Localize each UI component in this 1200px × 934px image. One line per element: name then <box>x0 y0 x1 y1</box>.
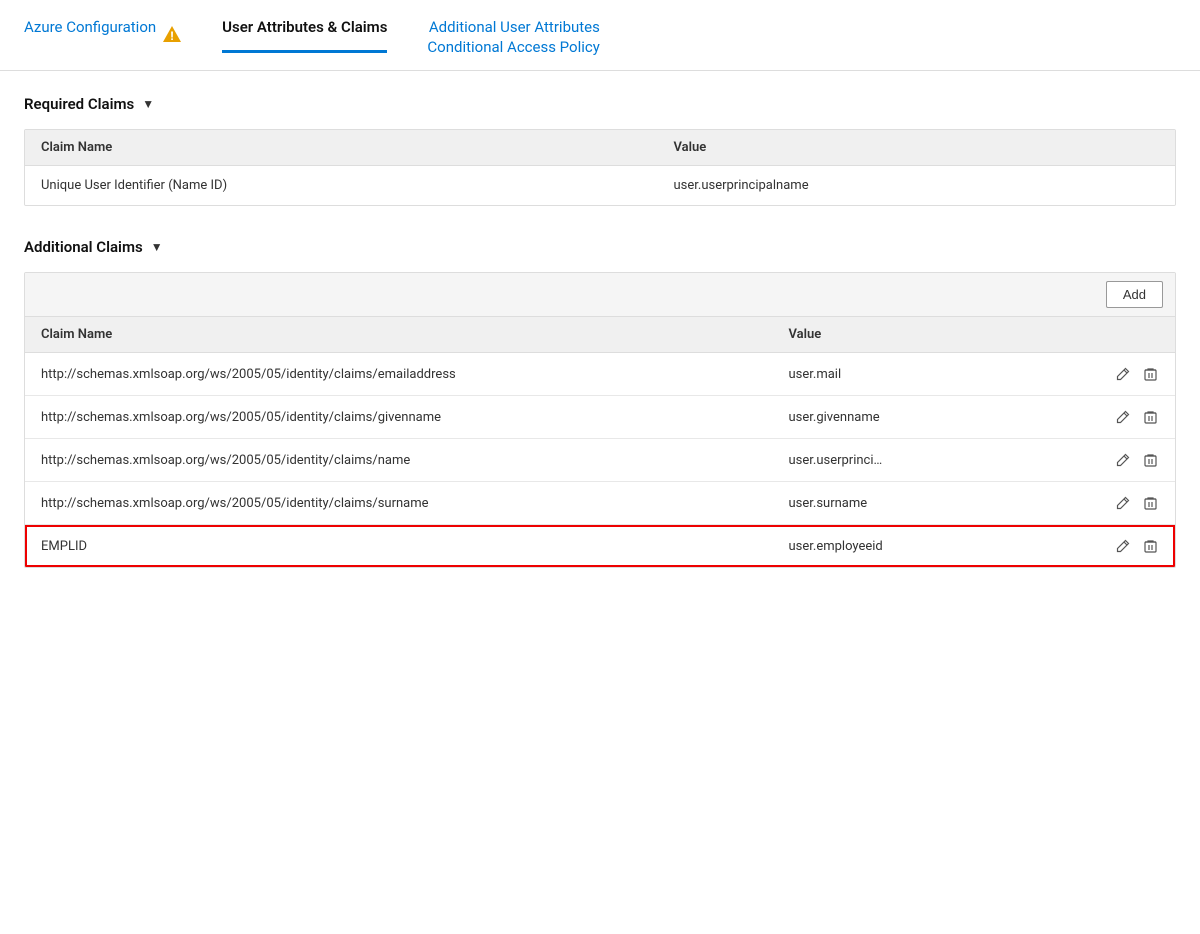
additional-claims-row: http://schemas.xmlsoap.org/ws/2005/05/id… <box>25 439 1175 482</box>
additional-claims-row: http://schemas.xmlsoap.org/ws/2005/05/id… <box>25 482 1175 525</box>
additional-claims-row: EMPLID user.employeeid <box>25 525 1175 568</box>
delete-claim-button[interactable] <box>1142 408 1159 426</box>
edit-claim-button[interactable] <box>1114 494 1132 512</box>
required-claims-row: Unique User Identifier (Name ID) user.us… <box>25 166 1175 206</box>
additional-claim-value-cell: user.employeeid <box>773 525 1176 568</box>
additional-claim-name-cell: http://schemas.xmlsoap.org/ws/2005/05/id… <box>25 439 773 482</box>
required-claims-table: Claim Name Value Unique User Identifier … <box>25 130 1175 205</box>
edit-claim-button[interactable] <box>1114 408 1132 426</box>
additional-claim-value-cell: user.givenname <box>773 396 1176 439</box>
additional-claim-name-cell: EMPLID <box>25 525 773 568</box>
azure-config-nav[interactable]: Azure Configuration ! <box>24 18 182 50</box>
warning-icon: ! <box>162 24 182 44</box>
additional-claims-table: Claim Name Value http://schemas.xmlsoap.… <box>25 317 1175 567</box>
additional-col-claim-name: Claim Name <box>25 317 773 353</box>
additional-claims-label: Additional Claims <box>24 238 143 256</box>
required-claim-value-cell: user.userprincipalname <box>658 166 1176 206</box>
required-claims-label: Required Claims <box>24 95 134 113</box>
required-claims-header-row: Claim Name Value <box>25 130 1175 166</box>
conditional-access-policy-link[interactable]: Conditional Access Policy <box>427 38 599 56</box>
additional-claims-row: http://schemas.xmlsoap.org/ws/2005/05/id… <box>25 396 1175 439</box>
edit-claim-button[interactable] <box>1114 537 1132 555</box>
user-attributes-tab[interactable]: User Attributes & Claims <box>222 18 387 53</box>
required-claim-name-cell: Unique User Identifier (Name ID) <box>25 166 658 206</box>
required-claims-chevron: ▼ <box>142 97 154 111</box>
delete-claim-button[interactable] <box>1142 365 1159 383</box>
additional-col-value: Value <box>773 317 1176 353</box>
additional-claim-value-cell: user.surname <box>773 482 1176 525</box>
additional-claims-header[interactable]: Additional Claims ▼ <box>24 238 1176 256</box>
additional-user-attributes-link[interactable]: Additional User Attributes <box>429 18 600 36</box>
edit-claim-button[interactable] <box>1114 365 1132 383</box>
additional-claim-name-cell: http://schemas.xmlsoap.org/ws/2005/05/id… <box>25 353 773 396</box>
svg-text:!: ! <box>171 29 174 43</box>
required-claims-table-container: Claim Name Value Unique User Identifier … <box>24 129 1176 206</box>
additional-claim-name-cell: http://schemas.xmlsoap.org/ws/2005/05/id… <box>25 482 773 525</box>
azure-config-link[interactable]: Azure Configuration <box>24 18 156 50</box>
delete-claim-button[interactable] <box>1142 451 1159 469</box>
additional-claim-name-cell: http://schemas.xmlsoap.org/ws/2005/05/id… <box>25 396 773 439</box>
additional-claims-toolbar: Add <box>25 273 1175 317</box>
top-navigation: Azure Configuration ! User Attributes & … <box>0 0 1200 71</box>
add-claim-button[interactable]: Add <box>1106 281 1163 308</box>
edit-claim-button[interactable] <box>1114 451 1132 469</box>
additional-claims-chevron: ▼ <box>151 240 163 254</box>
additional-claims-row: http://schemas.xmlsoap.org/ws/2005/05/id… <box>25 353 1175 396</box>
additional-claim-value-cell: user.userprinci… <box>773 439 1176 482</box>
delete-claim-button[interactable] <box>1142 494 1159 512</box>
additional-claims-table-container: Add Claim Name Value http://schemas.xmls… <box>24 272 1176 568</box>
required-col-value: Value <box>658 130 1176 166</box>
additional-claim-value-cell: user.mail <box>773 353 1176 396</box>
additional-claims-header-row: Claim Name Value <box>25 317 1175 353</box>
main-content: Required Claims ▼ Claim Name Value Uniqu… <box>0 71 1200 624</box>
required-claims-header[interactable]: Required Claims ▼ <box>24 95 1176 113</box>
required-col-claim-name: Claim Name <box>25 130 658 166</box>
side-nav-links: Additional User Attributes Conditional A… <box>427 18 599 70</box>
delete-claim-button[interactable] <box>1142 537 1159 555</box>
